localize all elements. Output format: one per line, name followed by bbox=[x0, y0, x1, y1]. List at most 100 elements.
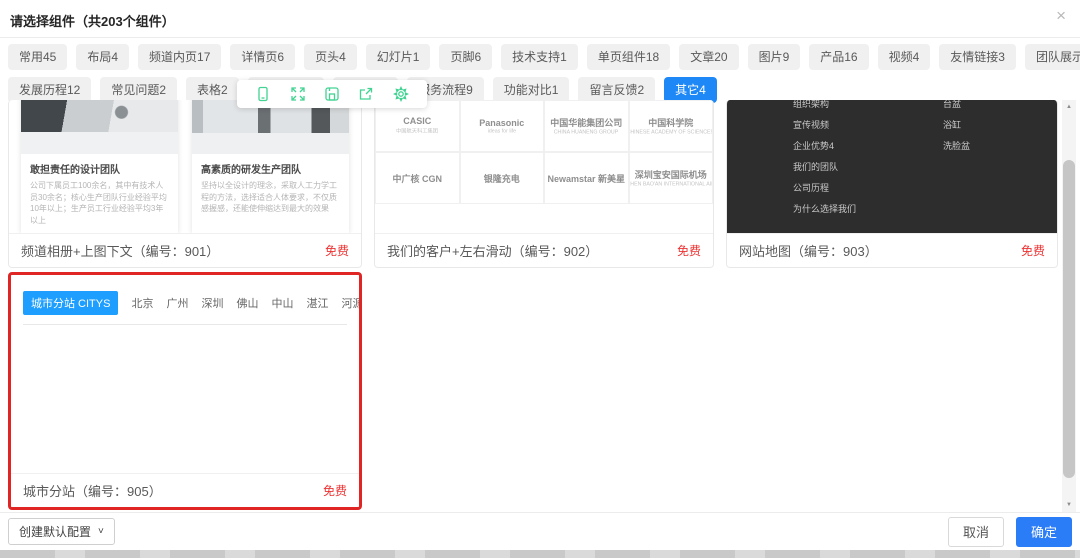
card-903-preview: 组织架构 宣传视频 企业优势4 我们的团队 公司历程 为什么选择我们 台盆 浴缸… bbox=[727, 100, 1057, 234]
sitemap-link[interactable]: 宣传视频 bbox=[793, 115, 856, 136]
logo-text: CASIC bbox=[403, 116, 431, 126]
tab-pindaoneiye[interactable]: 频道内页17 bbox=[138, 44, 221, 70]
logo-subtext: ideas for life bbox=[488, 128, 516, 133]
client-logo: 中国华能集团公司 CHINA HUANENG GROUP bbox=[544, 100, 629, 152]
tab-yetou[interactable]: 页头4 bbox=[304, 44, 357, 70]
dialog-title: 请选择组件（共203个组件） bbox=[10, 11, 175, 30]
card-901-preview: 敢担责任的设计团队 公司下属员工100余名，其中有技术人员30余名；核心生产团队… bbox=[9, 100, 361, 233]
tab-chanpin[interactable]: 产品16 bbox=[809, 44, 868, 70]
save-icon[interactable] bbox=[324, 86, 340, 102]
tab-danyezujian[interactable]: 单页组件18 bbox=[587, 44, 670, 70]
city-link[interactable]: 北京 bbox=[131, 295, 153, 311]
free-badge: 免费 bbox=[1021, 242, 1045, 259]
card-905-footer: 城市分站（编号：905） 免费 bbox=[11, 473, 359, 507]
city-link[interactable]: 佛山 bbox=[236, 295, 258, 311]
create-default-config-label: 创建默认配置 bbox=[19, 523, 91, 540]
logo-subtext: SHENZHEN BAO'AN INTERNATIONAL AIRPORT bbox=[629, 182, 714, 187]
settings-gear-icon[interactable] bbox=[393, 86, 409, 102]
logo-text: 银隆充电 bbox=[484, 172, 520, 185]
sitemap-link[interactable]: 洗脸盆 bbox=[943, 136, 970, 157]
tab-yejiao[interactable]: 页脚6 bbox=[439, 44, 492, 70]
component-hover-toolbar bbox=[237, 80, 427, 108]
logo-text: Newamstar 新美星 bbox=[547, 172, 625, 185]
mobile-preview-icon[interactable] bbox=[255, 86, 271, 102]
city-link[interactable]: 河源 bbox=[341, 295, 362, 311]
component-card-903[interactable]: 组织架构 宣传视频 企业优势4 我们的团队 公司历程 为什么选择我们 台盆 浴缸… bbox=[726, 100, 1058, 268]
city-subsite-tab[interactable]: 城市分站 CITYS bbox=[23, 291, 118, 315]
tab-changyong[interactable]: 常用45 bbox=[8, 44, 67, 70]
card-title: 城市分站（编号：905） bbox=[23, 481, 162, 500]
component-card-905-selected[interactable]: 城市分站 CITYS 北京 广州 深圳 佛山 中山 湛江 河源 韶关 清远 城市… bbox=[8, 272, 362, 510]
client-logo: 中国科学院 CHINESE ACADEMY OF SCIENCES bbox=[629, 100, 714, 152]
free-badge: 免费 bbox=[325, 242, 349, 259]
sitemap-link[interactable]: 我们的团队 bbox=[793, 157, 856, 178]
component-card-902[interactable]: CASIC 中国航天科工集团 Panasonic ideas for life … bbox=[374, 100, 714, 268]
create-default-config-dropdown[interactable]: 创建默认配置 ˅ bbox=[8, 518, 115, 545]
card-902-footer: 我们的客户+左右滑动（编号：902） 免费 bbox=[375, 233, 713, 267]
dialog-header: 请选择组件（共203个组件） × bbox=[0, 0, 1080, 38]
sitemap-link[interactable]: 台盆 bbox=[943, 100, 970, 115]
kitchen-photo-1 bbox=[21, 100, 178, 154]
tab-huandengpian[interactable]: 幻灯片1 bbox=[366, 44, 431, 70]
client-logo: 中广核 CGN bbox=[375, 152, 460, 204]
subcard-body: 公司下属员工100余名，其中有技术人员30余名；核心生产团队行业经验平均10年以… bbox=[30, 180, 169, 226]
logo-subtext: CHINA HUANENG GROUP bbox=[554, 130, 618, 135]
city-subsite-strip: 城市分站 CITYS 北京 广州 深圳 佛山 中山 湛江 河源 韶关 清远 bbox=[23, 291, 347, 325]
tab-jishuzhichi[interactable]: 技术支持1 bbox=[501, 44, 578, 70]
team-subcard-design: 敢担责任的设计团队 公司下属员工100余名，其中有技术人员30余名；核心生产团队… bbox=[21, 100, 178, 233]
tab-wenzhang[interactable]: 文章20 bbox=[679, 44, 738, 70]
confirm-button[interactable]: 确定 bbox=[1016, 517, 1072, 547]
card-902-preview: CASIC 中国航天科工集团 Panasonic ideas for life … bbox=[375, 100, 713, 204]
sitemap-column-2: 台盆 浴缸 洗脸盆 bbox=[943, 100, 970, 157]
logo-subtext: 中国航天科工集团 bbox=[396, 127, 438, 135]
cancel-button[interactable]: 取消 bbox=[948, 517, 1004, 547]
city-link[interactable]: 中山 bbox=[271, 295, 293, 311]
tab-buju[interactable]: 布局4 bbox=[76, 44, 129, 70]
card-title: 我们的客户+左右滑动（编号：902） bbox=[387, 241, 598, 260]
background-page-strip bbox=[0, 550, 1080, 558]
sitemap-link[interactable]: 浴缸 bbox=[943, 115, 970, 136]
logo-text: 中国科学院 bbox=[648, 116, 693, 129]
tab-tuanduizhanshi[interactable]: 团队展示7 bbox=[1025, 44, 1080, 70]
sitemap-link[interactable]: 公司历程 bbox=[793, 178, 856, 199]
sitemap-column-1: 组织架构 宣传视频 企业优势4 我们的团队 公司历程 为什么选择我们 bbox=[793, 100, 856, 220]
team-subcard-production: 高素质的研发生产团队 坚持以全设计的理念，采取人工力学工程的方法，选择适合人体要… bbox=[192, 100, 349, 233]
close-icon[interactable]: × bbox=[1056, 7, 1066, 24]
sitemap-link[interactable]: 为什么选择我们 bbox=[793, 199, 856, 220]
subcard-heading: 高素质的研发生产团队 bbox=[201, 161, 340, 176]
footer-buttons: 取消 确定 bbox=[948, 517, 1072, 547]
logo-text: 中广核 CGN bbox=[392, 172, 442, 185]
city-link[interactable]: 广州 bbox=[166, 295, 188, 311]
export-icon[interactable] bbox=[358, 86, 374, 102]
client-logo: 深圳宝安国际机场 SHENZHEN BAO'AN INTERNATIONAL A… bbox=[629, 152, 714, 204]
scroll-up-icon[interactable]: ▲ bbox=[1062, 100, 1076, 114]
tab-youqinglianjie[interactable]: 友情链接3 bbox=[939, 44, 1016, 70]
content-scrollbar[interactable]: ▲ ▼ bbox=[1062, 100, 1076, 512]
client-logo: 银隆充电 bbox=[460, 152, 545, 204]
card-903-footer: 网站地图（编号：903） 免费 bbox=[727, 233, 1057, 267]
free-badge: 免费 bbox=[323, 482, 347, 499]
city-link[interactable]: 深圳 bbox=[201, 295, 223, 311]
card-title: 频道相册+上图下文（编号：901） bbox=[21, 241, 219, 260]
dialog-footer: 创建默认配置 ˅ 取消 确定 bbox=[0, 512, 1080, 550]
logo-text: 深圳宝安国际机场 bbox=[635, 168, 707, 181]
card-title: 网站地图（编号：903） bbox=[739, 241, 878, 260]
scroll-down-icon[interactable]: ▼ bbox=[1062, 498, 1076, 512]
city-link[interactable]: 湛江 bbox=[306, 295, 328, 311]
scrollbar-thumb[interactable] bbox=[1063, 160, 1075, 478]
logo-subtext: CHINESE ACADEMY OF SCIENCES bbox=[629, 130, 714, 135]
free-badge: 免费 bbox=[677, 242, 701, 259]
card-905-preview: 城市分站 CITYS 北京 广州 深圳 佛山 中山 湛江 河源 韶关 清远 bbox=[11, 275, 359, 473]
logo-text: 中国华能集团公司 bbox=[550, 116, 622, 129]
fullscreen-icon[interactable] bbox=[290, 86, 306, 102]
subcard-body: 坚持以全设计的理念，采取人工力学工程的方法，选择适合人体要求，不仅质感握感，还能… bbox=[201, 180, 340, 215]
tab-xiangqingye[interactable]: 详情页6 bbox=[230, 44, 295, 70]
kitchen-photo-2 bbox=[192, 100, 349, 154]
sitemap-link[interactable]: 组织架构 bbox=[793, 100, 856, 115]
tab-tupian[interactable]: 图片9 bbox=[748, 44, 801, 70]
tab-shipin[interactable]: 视频4 bbox=[878, 44, 931, 70]
sitemap-link[interactable]: 企业优势4 bbox=[793, 136, 856, 157]
component-card-901[interactable]: 敢担责任的设计团队 公司下属员工100余名，其中有技术人员30余名；核心生产团队… bbox=[8, 100, 362, 268]
component-picker-dialog: 请选择组件（共203个组件） × 常用45 布局4 频道内页17 详情页6 页头… bbox=[0, 0, 1080, 550]
card-901-footer: 频道相册+上图下文（编号：901） 免费 bbox=[9, 233, 361, 267]
